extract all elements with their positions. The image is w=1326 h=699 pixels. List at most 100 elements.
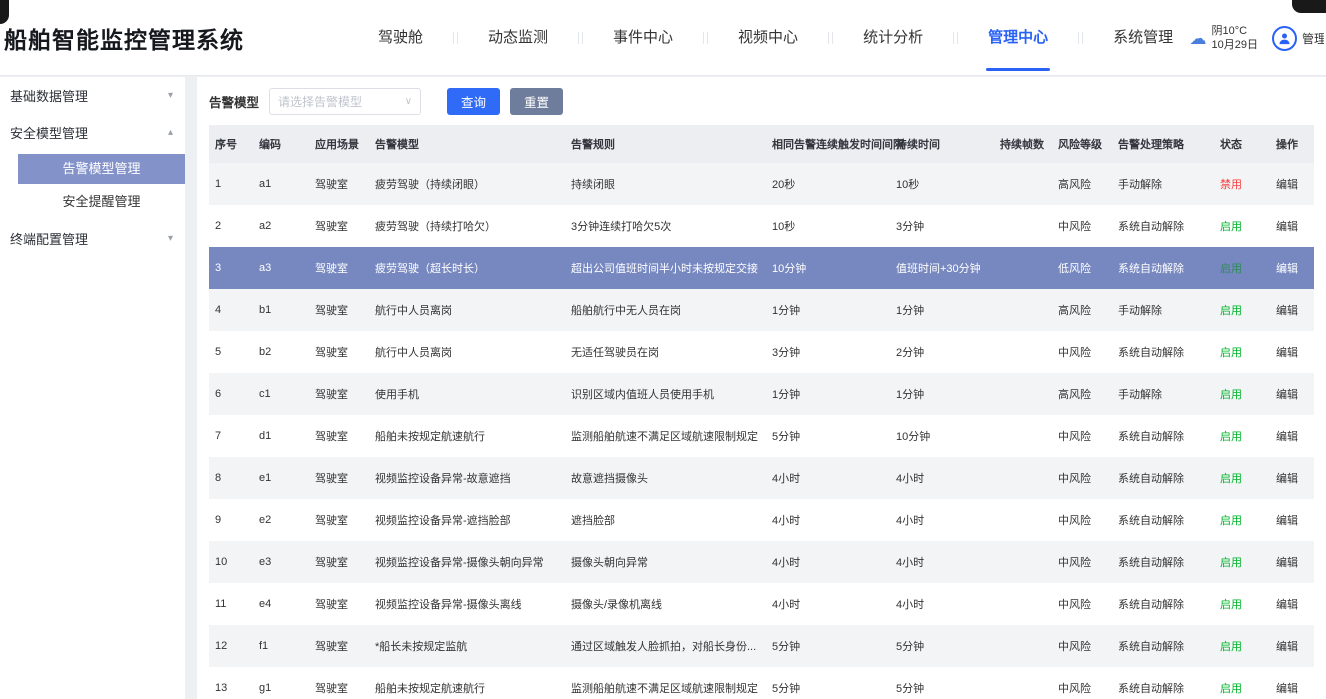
table-row-3[interactable]: 3a3驾驶室疲劳驾驶（超长时长）超出公司值班时间半小时未按规定交接10分钟值班时… (209, 247, 1314, 289)
table-row-2[interactable]: 2a2驾驶室疲劳驾驶（持续打哈欠）3分钟连续打哈欠5次10秒3分钟中风险系统自动… (209, 205, 1314, 247)
cell-duration: 3分钟 (890, 205, 994, 247)
top-nav: 驾驶舱动态监测事件中心视频中心统计分析管理中心系统管理 (350, 0, 1201, 75)
cell-duration: 4小时 (890, 541, 994, 583)
cell-interval: 20秒 (766, 163, 890, 205)
cell-code: a3 (253, 247, 309, 289)
nav-item-6[interactable]: 系统管理 (1085, 0, 1201, 76)
cell-scene: 驾驶室 (309, 583, 369, 625)
cell-frames (994, 163, 1052, 205)
cell-scene: 驾驶室 (309, 415, 369, 457)
app-title: 船舶智能监控管理系统 (0, 21, 350, 55)
sidebar: 基础数据管理▾安全模型管理▴告警模型管理安全提醒管理终端配置管理▾ (0, 77, 185, 699)
cell-op[interactable]: 编辑 (1270, 163, 1314, 205)
cell-frames (994, 205, 1052, 247)
table-row-1[interactable]: 1a1驾驶室疲劳驾驶（持续闭眼）持续闭眼20秒10秒高风险手动解除禁用编辑 (209, 163, 1314, 205)
table-row-8[interactable]: 8e1驾驶室视频监控设备异常-故意遮挡故意遮挡摄像头4小时4小时中风险系统自动解… (209, 457, 1314, 499)
user-avatar-icon[interactable] (1272, 26, 1297, 51)
table-row-11[interactable]: 11e4驾驶室视频监控设备异常-摄像头离线摄像头/录像机离线4小时4小时中风险系… (209, 583, 1314, 625)
sidebar-group-0[interactable]: 基础数据管理▾ (0, 77, 185, 114)
table-row-7[interactable]: 7d1驾驶室船舶未按规定航速航行监测船舶航速不满足区域航速限制规定5分钟10分钟… (209, 415, 1314, 457)
weather-widget: ☁ 阴10°C 10月29日 (1190, 24, 1258, 52)
cell-rule: 超出公司值班时间半小时未按规定交接 (565, 247, 766, 289)
user-menu[interactable]: 管理 (1272, 26, 1324, 51)
filter-label: 告警模型 (209, 92, 259, 111)
cell-idx: 10 (209, 541, 253, 583)
nav-item-0[interactable]: 驾驶舱 (350, 0, 451, 76)
cell-idx: 12 (209, 625, 253, 667)
cell-op[interactable]: 编辑 (1270, 457, 1314, 499)
cell-status: 启用 (1214, 625, 1270, 667)
alarm-model-select[interactable]: 请选择告警模型 ∨ (269, 88, 421, 115)
cell-scene: 驾驶室 (309, 247, 369, 289)
cell-scene: 驾驶室 (309, 457, 369, 499)
column-header-2: 应用场景 (309, 125, 369, 163)
search-button[interactable]: 查询 (447, 88, 500, 115)
sidebar-item-1-1[interactable]: 安全提醒管理 (18, 187, 185, 217)
nav-divider (453, 32, 458, 44)
table-row-10[interactable]: 10e3驾驶室视频监控设备异常-摄像头朝向异常摄像头朝向异常4小时4小时中风险系… (209, 541, 1314, 583)
cell-op[interactable]: 编辑 (1270, 583, 1314, 625)
cell-idx: 8 (209, 457, 253, 499)
table-row-13[interactable]: 13g1驾驶室船舶未按规定航速航行监测船舶航速不满足区域航速限制规定5分钟5分钟… (209, 667, 1314, 699)
nav-item-5[interactable]: 管理中心 (960, 0, 1076, 76)
cell-rule: 识别区域内值班人员使用手机 (565, 373, 766, 415)
nav-item-2[interactable]: 事件中心 (585, 0, 701, 76)
cell-scene: 驾驶室 (309, 331, 369, 373)
cell-model: 航行中人员离岗 (369, 331, 565, 373)
sidebar-group-2[interactable]: 终端配置管理▾ (0, 220, 185, 257)
cell-op[interactable]: 编辑 (1270, 331, 1314, 373)
cell-idx: 11 (209, 583, 253, 625)
cell-model: 疲劳驾驶（超长时长） (369, 247, 565, 289)
cell-risk: 中风险 (1052, 415, 1112, 457)
cell-op[interactable]: 编辑 (1270, 205, 1314, 247)
cell-op[interactable]: 编辑 (1270, 415, 1314, 457)
cell-op[interactable]: 编辑 (1270, 289, 1314, 331)
cell-strategy: 系统自动解除 (1112, 667, 1214, 699)
cell-op[interactable]: 编辑 (1270, 499, 1314, 541)
cell-code: e4 (253, 583, 309, 625)
table-row-12[interactable]: 12f1驾驶室*船长未按规定监航通过区域触发人脸抓拍，对船长身份...5分钟5分… (209, 625, 1314, 667)
column-header-4: 告警规则 (565, 125, 766, 163)
cell-interval: 4小时 (766, 583, 890, 625)
cell-interval: 4小时 (766, 499, 890, 541)
cell-op[interactable]: 编辑 (1270, 625, 1314, 667)
cell-op[interactable]: 编辑 (1270, 247, 1314, 289)
nav-item-4[interactable]: 统计分析 (835, 0, 951, 76)
table-row-6[interactable]: 6c1驾驶室使用手机识别区域内值班人员使用手机1分钟1分钟高风险手动解除启用编辑 (209, 373, 1314, 415)
cell-code: e1 (253, 457, 309, 499)
sidebar-item-1-0[interactable]: 告警模型管理 (18, 154, 185, 184)
cell-risk: 中风险 (1052, 541, 1112, 583)
cell-idx: 13 (209, 667, 253, 699)
cell-op[interactable]: 编辑 (1270, 373, 1314, 415)
cell-model: 船舶未按规定航速航行 (369, 415, 565, 457)
nav-item-3[interactable]: 视频中心 (710, 0, 826, 76)
cell-strategy: 系统自动解除 (1112, 583, 1214, 625)
cell-model: 视频监控设备异常-摄像头朝向异常 (369, 541, 565, 583)
column-header-8: 风险等级 (1052, 125, 1112, 163)
cell-model: 疲劳驾驶（持续打哈欠） (369, 205, 565, 247)
reset-button[interactable]: 重置 (510, 88, 563, 115)
cell-code: a1 (253, 163, 309, 205)
table-row-4[interactable]: 4b1驾驶室航行中人员离岗船舶航行中无人员在岗1分钟1分钟高风险手动解除启用编辑 (209, 289, 1314, 331)
column-header-3: 告警模型 (369, 125, 565, 163)
cell-idx: 9 (209, 499, 253, 541)
cell-interval: 5分钟 (766, 415, 890, 457)
column-header-0: 序号 (209, 125, 253, 163)
cell-frames (994, 289, 1052, 331)
cell-frames (994, 457, 1052, 499)
table-row-9[interactable]: 9e2驾驶室视频监控设备异常-遮挡脸部遮挡脸部4小时4小时中风险系统自动解除启用… (209, 499, 1314, 541)
cell-code: f1 (253, 625, 309, 667)
cell-strategy: 手动解除 (1112, 373, 1214, 415)
column-header-7: 持续帧数 (994, 125, 1052, 163)
cell-duration: 4小时 (890, 457, 994, 499)
nav-item-1[interactable]: 动态监测 (460, 0, 576, 76)
cell-op[interactable]: 编辑 (1270, 667, 1314, 699)
cell-status: 启用 (1214, 415, 1270, 457)
table-row-5[interactable]: 5b2驾驶室航行中人员离岗无适任驾驶员在岗3分钟2分钟中风险系统自动解除启用编辑 (209, 331, 1314, 373)
cell-op[interactable]: 编辑 (1270, 541, 1314, 583)
chevron-down-icon: ▾ (168, 90, 173, 101)
sidebar-group-1[interactable]: 安全模型管理▴ (0, 114, 185, 151)
cell-frames (994, 373, 1052, 415)
cell-idx: 6 (209, 373, 253, 415)
cell-idx: 4 (209, 289, 253, 331)
